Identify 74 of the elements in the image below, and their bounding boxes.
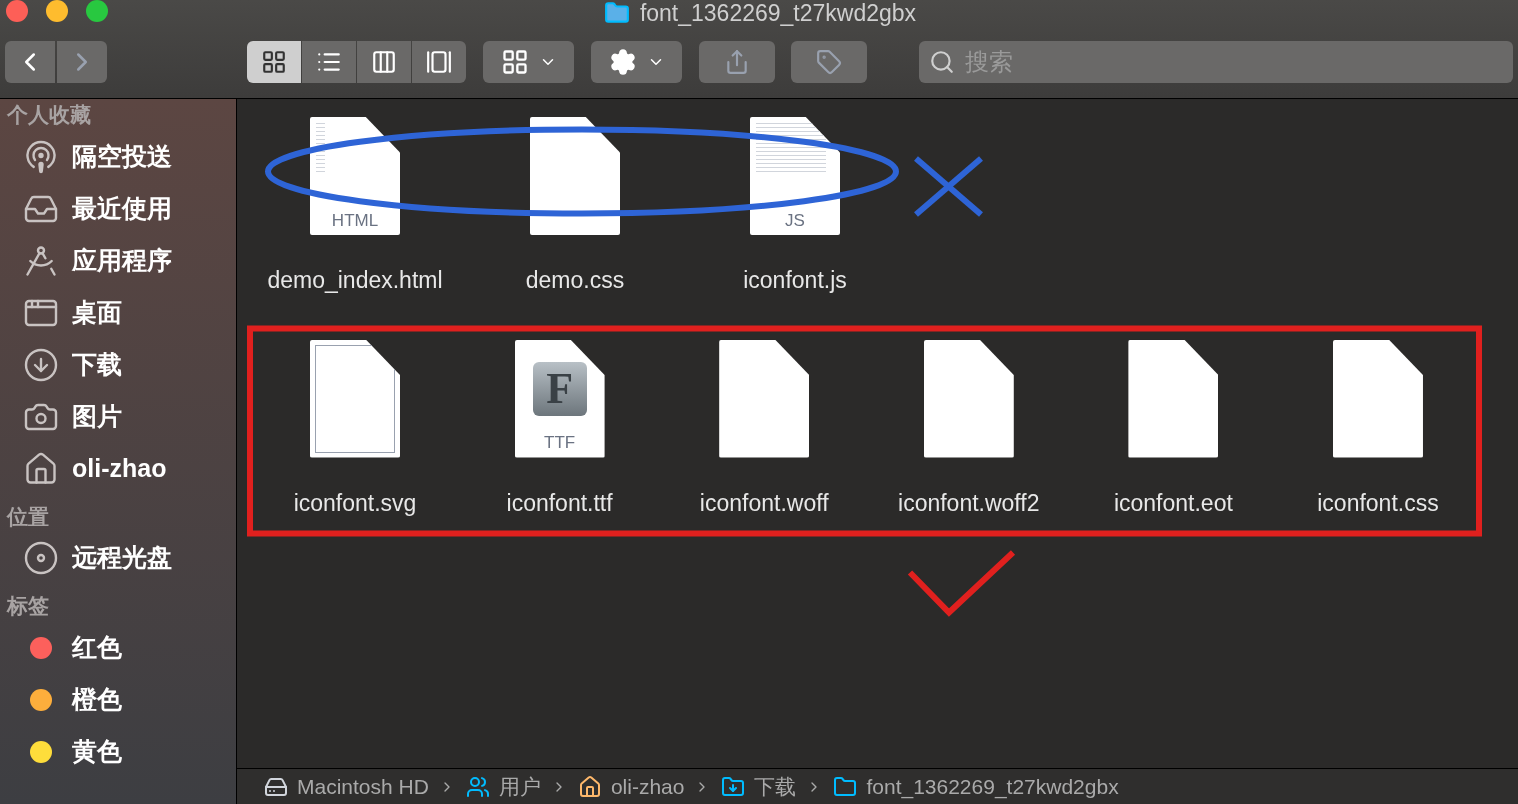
font-emblem: F [546, 362, 574, 415]
file-name: iconfont.ttf [506, 488, 613, 518]
file-icon [923, 339, 1014, 458]
folder-icon [832, 774, 859, 799]
file-name: iconfont.js [743, 266, 847, 295]
arrange-button[interactable] [483, 41, 574, 83]
users-folder-icon [464, 774, 491, 799]
file-item[interactable]: iconfont.svg [255, 339, 455, 520]
file-item[interactable]: iconfont.css [1277, 339, 1478, 520]
sidebar-section-title: 位置 [5, 503, 50, 530]
file-name: iconfont.eot [1113, 488, 1233, 518]
file-name: iconfont.woff [699, 488, 829, 518]
sidebar-section-title: 标签 [5, 593, 50, 619]
file-item[interactable]: demo.css [475, 117, 675, 298]
file-name: demo_index.html [267, 266, 443, 295]
house-icon [23, 450, 59, 487]
back-button[interactable] [5, 41, 55, 83]
file-icon [530, 117, 620, 235]
columns-icon [371, 49, 397, 75]
gallery-icon [426, 49, 452, 75]
sidebar-item[interactable]: 远程光盘 [0, 532, 236, 584]
sidebar-item[interactable]: 最近使用 [0, 182, 236, 235]
sidebar-item[interactable]: 应用程序 [0, 234, 236, 287]
download-folder-icon [720, 774, 747, 799]
file-item[interactable]: iconfont.woff2 [868, 339, 1069, 520]
sidebar-item[interactable]: 图片 [0, 390, 236, 443]
file-type-label: TTF [543, 432, 577, 454]
file-item[interactable]: HTML demo_index.html [255, 117, 455, 298]
view-mode-button[interactable] [412, 41, 466, 83]
sidebar-item[interactable]: oli-zhao [0, 442, 236, 495]
close-control[interactable] [6, 0, 28, 22]
download-icon [23, 346, 59, 383]
path-item[interactable]: oli-zhao [576, 770, 685, 803]
file-icon [719, 339, 810, 458]
tag-icon [816, 49, 842, 75]
sidebar-item[interactable]: 黄色 [0, 725, 236, 778]
sidebar-item[interactable]: 橙色 [0, 673, 236, 726]
view-mode-button[interactable] [302, 41, 356, 83]
grid-icon [261, 49, 287, 75]
file-item[interactable]: JS iconfont.js [695, 117, 895, 298]
minimize-control[interactable] [46, 0, 68, 22]
file-name: iconfont.css [1317, 488, 1439, 518]
file-type-label: HTML [330, 209, 380, 232]
zoom-control[interactable] [86, 0, 108, 22]
view-mode-button[interactable] [247, 41, 301, 83]
signal-icon [23, 138, 59, 175]
share-icon [724, 49, 750, 75]
cross-mark [914, 156, 983, 217]
action-button[interactable] [591, 41, 682, 83]
file-item[interactable]: iconfont.woff [664, 339, 865, 520]
sidebar-item[interactable]: 下载 [0, 338, 236, 391]
path-item[interactable]: 下载 [720, 770, 797, 803]
sidebar-item[interactable]: 隔空投送 [0, 130, 236, 183]
file-item[interactable]: iconfont.eot [1073, 339, 1274, 520]
path-item[interactable]: 用户 [464, 770, 541, 803]
file-type-label: JS [784, 209, 806, 232]
search-icon [929, 49, 955, 75]
sidebar-item[interactable]: 红色 [0, 621, 236, 674]
path-item[interactable]: Macintosh HD [263, 770, 429, 803]
sidebar-item[interactable]: 桌面 [0, 286, 236, 339]
grid-icon [500, 48, 529, 76]
window-title: font_1362269_t27kwd2gbx [639, 0, 917, 28]
file-name: demo.css [525, 266, 625, 295]
file-icon [310, 339, 400, 458]
view-mode-button[interactable] [357, 41, 411, 83]
file-icon [1128, 339, 1219, 458]
path-item[interactable]: font_1362269_t27kwd2gbx [832, 770, 1119, 803]
file-name: iconfont.woff2 [898, 488, 1040, 518]
file-name: iconfont.svg [293, 488, 417, 518]
disc-icon [23, 540, 59, 576]
sidebar-section-title: 个人收藏 [6, 102, 92, 128]
settings-icon [608, 48, 637, 76]
file-icon [1332, 339, 1423, 458]
file-item[interactable]: F TTF iconfont.ttf [459, 339, 660, 520]
